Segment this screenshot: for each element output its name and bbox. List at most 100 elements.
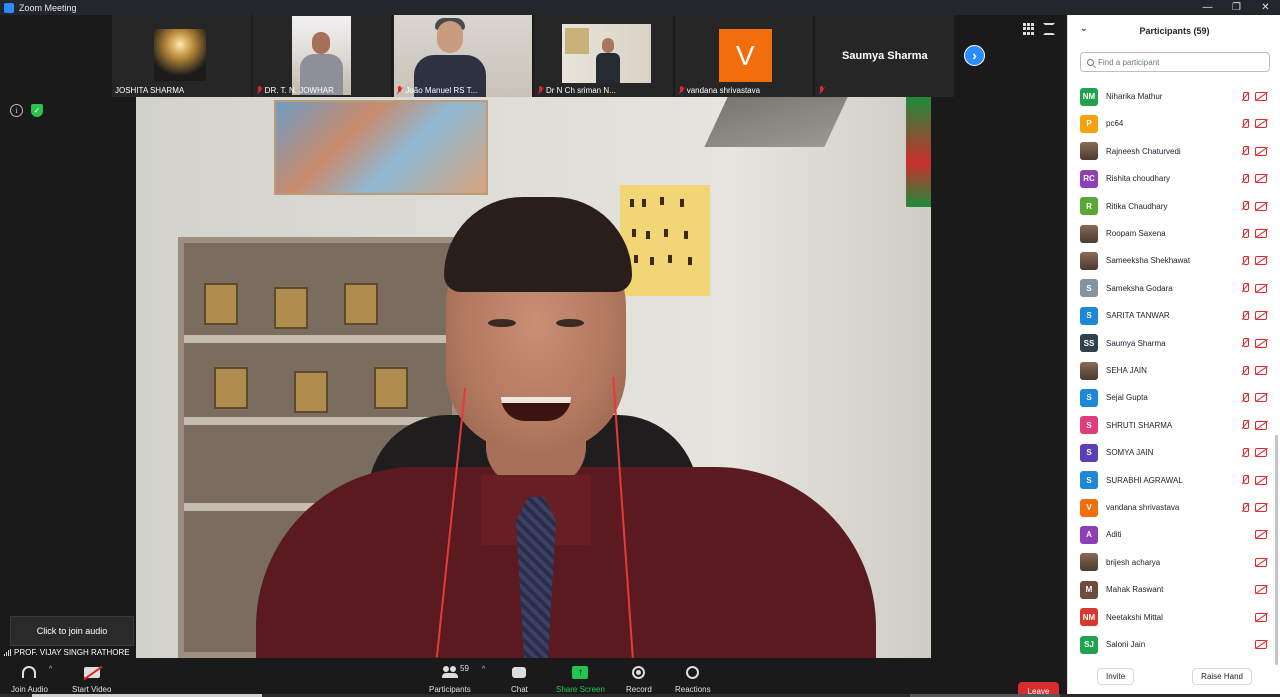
- tile-name-label: DR. T. N. JOWHAR: [256, 86, 334, 95]
- participant-row[interactable]: NM Neetakshi Mittal: [1068, 604, 1274, 631]
- participant-row[interactable]: Ppc64: [1068, 110, 1274, 137]
- chat-button[interactable]: Chat: [511, 663, 528, 694]
- participant-row[interactable]: A Aditi: [1068, 521, 1274, 548]
- participant-name: SHRUTI SHARMA: [1106, 420, 1173, 430]
- video-off-icon: [1255, 393, 1267, 403]
- participant-name: SEHA JAIN: [1106, 366, 1147, 375]
- share-screen-button[interactable]: ↑ Share Screen: [556, 663, 605, 694]
- signal-bars-icon: [4, 649, 11, 656]
- video-off-icon: [1255, 420, 1267, 430]
- video-off-icon: [1255, 283, 1267, 293]
- participant-row[interactable]: S SARITA TANWAR: [1068, 302, 1274, 329]
- participant-row[interactable]: R Ritika Chaudhary: [1068, 193, 1274, 220]
- mic-muted-icon: [1240, 228, 1250, 239]
- video-tile[interactable]: V vandana shrivastava: [674, 15, 814, 97]
- participant-avatar: S: [1080, 388, 1098, 407]
- participant-avatar: S: [1080, 471, 1098, 490]
- audio-options-caret-icon[interactable]: ^: [49, 666, 52, 673]
- participant-avatar: [1080, 553, 1098, 572]
- invite-button[interactable]: Invite: [1097, 667, 1135, 685]
- record-button[interactable]: Record: [626, 663, 652, 694]
- maximize-icon[interactable]: ❐: [1222, 0, 1251, 15]
- participant-row[interactable]: NM Niharika Mathur: [1068, 83, 1274, 110]
- video-off-icon: [1255, 256, 1267, 266]
- participant-row[interactable]: S Sejal Gupta: [1068, 384, 1274, 411]
- participant-row[interactable]: RC Rishita choudhary: [1068, 165, 1274, 192]
- video-off-icon: [1255, 612, 1267, 622]
- next-page-arrow-icon[interactable]: ›: [964, 45, 985, 66]
- video-off-icon: [1255, 229, 1267, 238]
- participant-avatar: R: [1080, 197, 1098, 216]
- tile-name-label: vandana shrivastava: [678, 86, 760, 95]
- shield-icon[interactable]: ✓: [31, 104, 43, 117]
- participant-row[interactable]: M Mahak Raswant: [1068, 576, 1274, 603]
- participant-row[interactable]: SEHA JAIN: [1068, 357, 1274, 384]
- participant-row[interactable]: Vvandana shrivastava: [1068, 494, 1274, 521]
- panel-title: Participants (59): [1139, 25, 1210, 36]
- video-off-icon: [1255, 201, 1267, 211]
- mic-muted-icon: [537, 86, 544, 95]
- video-off-icon: [1255, 640, 1267, 649]
- zoom-logo-icon: [4, 2, 14, 13]
- video-tile[interactable]: João Manuel RS T...: [393, 15, 533, 97]
- share-screen-icon: ↑: [572, 665, 589, 679]
- video-tile[interactable]: Saumya Sharma: [815, 15, 955, 97]
- join-audio-tooltip[interactable]: Click to join audio: [10, 616, 134, 646]
- participant-name: brijesh acharya: [1106, 557, 1161, 567]
- video-off-icon: [1255, 119, 1267, 129]
- participant-row[interactable]: S SOMYA JAIN: [1068, 439, 1274, 466]
- video-tile[interactable]: Dr N Ch sriman N...: [534, 15, 673, 97]
- participant-video: [291, 16, 351, 95]
- video-off-icon: [1255, 448, 1267, 458]
- video-tile[interactable]: DR. T. N. JOWHAR: [252, 15, 392, 97]
- video-off-icon: [1255, 585, 1267, 595]
- participant-row[interactable]: Rajneesh Chaturvedi: [1068, 138, 1274, 165]
- mic-muted-icon: [1240, 201, 1250, 211]
- participant-row[interactable]: S SURABHI AGRAWAL: [1068, 467, 1274, 494]
- close-icon[interactable]: ✕: [1251, 0, 1280, 15]
- participant-avatar: S: [1080, 443, 1098, 462]
- participants-panel: ⌄ Participants (59) Find a participant N…: [1067, 15, 1280, 697]
- participant-search-input[interactable]: Find a participant: [1080, 52, 1270, 72]
- participant-name: Sameksha Godara: [1106, 283, 1173, 293]
- window-controls: — ❐ ✕: [1193, 0, 1280, 15]
- video-off-icon: [1255, 174, 1267, 184]
- join-audio-button[interactable]: Join Audio: [11, 663, 48, 694]
- reactions-button[interactable]: Reactions: [675, 663, 711, 694]
- fullscreen-icon[interactable]: [1043, 23, 1055, 35]
- title-bar: Zoom Meeting — ❐ ✕: [0, 0, 1280, 15]
- video-tile[interactable]: JOSHITA SHARMA: [112, 15, 251, 97]
- participants-options-caret-icon[interactable]: ^: [482, 666, 485, 673]
- participant-avatar: [1080, 361, 1098, 380]
- participant-name: Saloni Jain: [1106, 640, 1146, 649]
- raise-hand-button[interactable]: Raise Hand: [1192, 667, 1252, 685]
- panel-scrollbar[interactable]: [1275, 435, 1278, 665]
- video-off-icon: [1255, 338, 1267, 348]
- participant-row[interactable]: brijesh acharya: [1068, 549, 1274, 576]
- participant-name: Niharika Mathur: [1106, 92, 1163, 101]
- mic-muted-icon: [1240, 420, 1250, 430]
- mic-muted-icon: [1240, 91, 1250, 102]
- participant-row[interactable]: SS Saumya Sharma: [1068, 330, 1274, 357]
- participant-row[interactable]: Sameeksha Shekhawat: [1068, 247, 1274, 274]
- collapse-chevron-icon[interactable]: ⌄: [1080, 23, 1088, 34]
- info-icon[interactable]: i: [10, 104, 23, 117]
- minimize-icon[interactable]: —: [1193, 0, 1222, 15]
- video-off-icon: [83, 666, 100, 678]
- video-off-icon: [1255, 475, 1267, 485]
- participant-row[interactable]: S Sameksha Godara: [1068, 275, 1274, 302]
- meeting-info-icons: i ✓: [10, 104, 43, 117]
- participant-row[interactable]: SJ Saloni Jain: [1068, 631, 1274, 658]
- wall-painting: [274, 100, 488, 195]
- start-video-button[interactable]: Start Video: [72, 663, 111, 694]
- participant-avatar: SS: [1080, 334, 1098, 353]
- view-controls: [1023, 23, 1055, 35]
- participant-row[interactable]: S SHRUTI SHARMA: [1068, 412, 1274, 439]
- participant-row[interactable]: Roopam Saxena: [1068, 220, 1274, 247]
- meeting-area: JOSHITA SHARMA DR. T. N. JOWHAR João Man…: [0, 15, 1067, 697]
- participant-video: [154, 29, 206, 81]
- gallery-view-icon[interactable]: [1023, 23, 1035, 35]
- participant-name: Rajneesh Chaturvedi: [1106, 146, 1181, 156]
- participant-avatar: [1080, 251, 1098, 270]
- mic-muted-icon: [256, 86, 263, 95]
